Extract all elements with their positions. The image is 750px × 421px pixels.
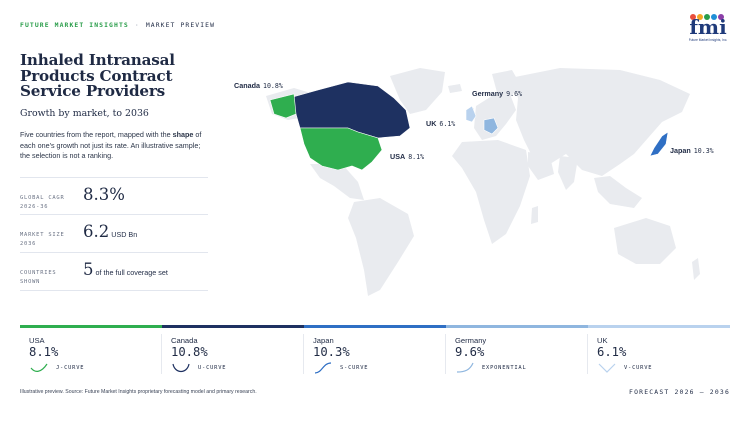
- country-uk: [465, 105, 477, 123]
- stat-market-size: MARKET SIZE 2036 6.2 USD Bn: [20, 214, 208, 251]
- map-label-value: 8.1%: [408, 153, 425, 161]
- stat-global-cagr: GLOBAL CAGR 2026-36 8.3%: [20, 177, 208, 214]
- card-accent-bar: [20, 325, 162, 328]
- u-curve-icon: [172, 363, 190, 373]
- card-shape: J-CURVE: [56, 365, 85, 371]
- card-usa[interactable]: USA 8.1% J-CURVE: [20, 325, 162, 377]
- map-label-value: 10.3%: [693, 147, 714, 155]
- card-germany[interactable]: Germany 9.6% EXPONENTIAL: [446, 325, 588, 377]
- j-curve-icon: [30, 363, 48, 372]
- v-curve-icon: [598, 363, 616, 373]
- description: Five countries from the report, mapped w…: [20, 130, 210, 162]
- top-bar: FUTURE MARKET INSIGHTS · MARKET PREVIEW: [20, 21, 215, 29]
- map-label-country: UK: [426, 119, 437, 128]
- land-europe: [474, 94, 516, 140]
- card-rate: 9.6%: [455, 345, 485, 359]
- stat-label: COUNTRIES SHOWN: [20, 270, 57, 285]
- logo-subtitle: Future Market Insights, Inc.: [688, 38, 728, 42]
- stat-divider: [20, 290, 208, 291]
- s-curve-icon: [314, 362, 332, 374]
- land-africa: [452, 140, 530, 244]
- land-india: [558, 156, 578, 190]
- card-country: UK: [597, 336, 608, 345]
- stat-value: 8.3%: [83, 185, 125, 204]
- description-text-start: Five countries from the report, mapped w…: [20, 130, 173, 139]
- card-japan[interactable]: Japan 10.3% S-CURVE: [304, 325, 446, 377]
- card-shape: EXPONENTIAL: [482, 365, 527, 371]
- stat-value-group: 5 of the full coverage set: [83, 260, 168, 280]
- page-subtitle: Growth by market, to 2036: [20, 108, 149, 119]
- stat-label: MARKET SIZE 2036: [20, 232, 65, 247]
- map-label-country: Canada: [234, 81, 260, 90]
- card-accent-bar: [588, 325, 730, 328]
- land-australia: [614, 218, 676, 264]
- map-label-usa: USA 8.1%: [390, 152, 424, 161]
- map-label-value: 10.8%: [262, 82, 283, 90]
- card-accent-bar: [162, 325, 304, 328]
- map-label-country: Germany: [472, 89, 504, 98]
- stat-countries-shown: COUNTRIES SHOWN 5 of the full coverage se…: [20, 252, 208, 289]
- card-shape: V-CURVE: [624, 365, 653, 371]
- map-label-value: 6.1%: [439, 120, 456, 128]
- map-label-value: 9.6%: [506, 90, 523, 98]
- land-madagascar: [531, 206, 538, 224]
- stat-value-group: 6.2 USD Bn: [83, 222, 137, 242]
- card-accent-bar: [304, 325, 446, 328]
- map-label-germany: Germany 9.6%: [472, 89, 522, 98]
- card-country: Japan: [313, 336, 334, 345]
- header-separator: ·: [134, 21, 140, 29]
- brand-name: FUTURE MARKET INSIGHTS: [20, 21, 129, 29]
- map-label-country: Japan: [670, 146, 691, 155]
- description-emphasis: shape: [172, 130, 194, 139]
- card-shape: S-CURVE: [340, 365, 369, 371]
- card-uk[interactable]: UK 6.1% V-CURVE: [588, 325, 730, 377]
- card-country: Canada: [171, 336, 198, 345]
- country-japan: [649, 131, 669, 157]
- card-country: USA: [29, 336, 45, 345]
- card-accent-bar: [446, 325, 588, 328]
- card-rate: 10.3%: [313, 345, 350, 359]
- stat-value: 6.2: [83, 222, 110, 241]
- section-label: MARKET PREVIEW: [145, 21, 216, 29]
- country-cards: USA 8.1% J-CURVE Canada 10.8% U-CURVE Ja…: [20, 325, 730, 377]
- card-country: Germany: [455, 336, 487, 345]
- exponential-curve-icon: [456, 362, 474, 373]
- world-map: Canada 10.8% USA 8.1% Germany 9.6% UK 6.1% J…: [230, 58, 730, 308]
- stat-value-group: 8.3%: [83, 185, 127, 205]
- logo-wordmark: fmi: [689, 15, 727, 39]
- card-rate: 10.8%: [171, 345, 208, 359]
- card-canada[interactable]: Canada 10.8% U-CURVE: [162, 325, 304, 377]
- map-label-canada: Canada 10.8%: [234, 81, 283, 90]
- land-iceland: [448, 84, 462, 93]
- map-label-japan: Japan 10.3%: [670, 146, 714, 155]
- stat-unit: USD Bn: [111, 230, 138, 239]
- card-rate: 8.1%: [29, 345, 59, 359]
- forecast-period: FORECAST 2026 – 2036: [629, 388, 730, 396]
- card-shape: U-CURVE: [198, 365, 227, 371]
- land-south-america: [348, 198, 414, 296]
- land-new-zealand: [692, 258, 700, 280]
- stat-value: 5: [83, 260, 94, 279]
- land-southeast-asia: [594, 176, 642, 208]
- page-title: Inhaled Intranasal Products Contract Ser…: [20, 51, 175, 101]
- fmi-logo[interactable]: fmi Future Market Insights, Inc.: [686, 12, 730, 44]
- stat-label: GLOBAL CAGR 2026-36: [20, 195, 65, 210]
- map-label-uk: UK 6.1%: [426, 119, 455, 128]
- map-label-country: USA: [390, 152, 406, 161]
- source-footnote: Illustrative preview. Source: Future Mar…: [20, 389, 257, 395]
- card-rate: 6.1%: [597, 345, 627, 359]
- stat-unit: of the full coverage set: [95, 268, 168, 277]
